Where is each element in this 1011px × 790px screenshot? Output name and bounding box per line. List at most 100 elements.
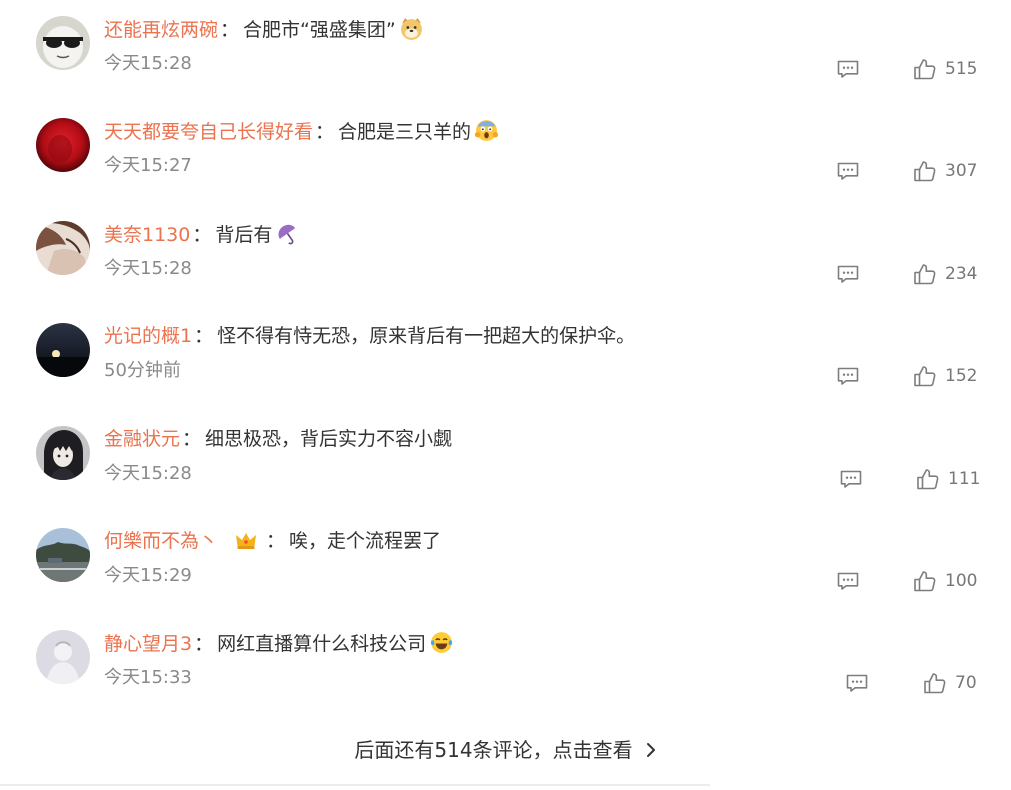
username-link[interactable]: 静心望月3 bbox=[104, 633, 192, 655]
colon-separator: ： bbox=[194, 633, 214, 655]
light-figure-avatar-icon bbox=[36, 630, 90, 684]
thumbs-up-icon bbox=[913, 263, 937, 285]
comment-text: 网红直播算什么科技公司 bbox=[217, 633, 427, 655]
like-count: 111 bbox=[948, 469, 981, 489]
colon-separator: ： bbox=[194, 325, 214, 347]
comment-text: 细思极恐，背后实力不容小觑 bbox=[205, 428, 453, 450]
username-link[interactable]: 光记的概1 bbox=[104, 325, 192, 347]
umbrella-emoji-icon bbox=[275, 221, 300, 246]
username-link[interactable]: 何樂而不為丶 bbox=[104, 530, 218, 552]
like-button[interactable]: 152 bbox=[913, 363, 977, 389]
like-button[interactable]: 111 bbox=[916, 466, 980, 492]
colon-separator: ： bbox=[266, 530, 286, 552]
screaming-face-emoji-icon bbox=[474, 118, 499, 143]
comment-item: 何樂而不為丶 ：唉，走个流程罢了 今天15:29 100 bbox=[0, 528, 1011, 628]
thumbs-up-icon bbox=[923, 672, 947, 694]
like-count: 234 bbox=[945, 264, 978, 284]
comment-text: 唉，走个流程罢了 bbox=[289, 530, 442, 552]
bottom-divider bbox=[0, 784, 710, 786]
comment-time: 今天15:33 bbox=[104, 667, 192, 688]
comment-item: 光记的概1：怪不得有恃无恐，原来背后有一把超大的保护伞。 50分钟前 152 bbox=[0, 323, 1011, 423]
colon-separator: ： bbox=[182, 428, 202, 450]
comment-item: 金融状元：细思极恐，背后实力不容小觑 今天15:28 111 bbox=[0, 426, 1011, 526]
anime-avatar-icon bbox=[36, 426, 90, 480]
comment-time: 今天15:28 bbox=[104, 463, 192, 484]
like-button[interactable]: 70 bbox=[923, 670, 977, 696]
view-more-comments-link[interactable]: 后面还有514条评论，点击查看 bbox=[0, 737, 1011, 763]
like-count: 70 bbox=[955, 673, 977, 693]
colon-separator: ： bbox=[315, 121, 335, 143]
reply-button[interactable] bbox=[836, 264, 860, 284]
reply-button[interactable] bbox=[839, 469, 863, 489]
comment-time: 今天15:27 bbox=[104, 155, 192, 176]
username-link[interactable]: 天天都要夸自己长得好看 bbox=[104, 121, 313, 143]
avatar[interactable] bbox=[36, 630, 90, 684]
reply-button[interactable] bbox=[836, 161, 860, 181]
reply-button[interactable] bbox=[836, 366, 860, 386]
username-link[interactable]: 美奈1130 bbox=[104, 224, 190, 246]
comment-time: 今天15:29 bbox=[104, 565, 192, 586]
like-count: 307 bbox=[945, 161, 978, 181]
avatar[interactable] bbox=[36, 426, 90, 480]
comment-item: 还能再炫两碗：合肥市“强盛集团” 今天15:28 515 bbox=[0, 16, 1011, 116]
avatar[interactable] bbox=[36, 528, 90, 582]
like-button[interactable]: 307 bbox=[913, 158, 977, 184]
landscape-avatar-icon bbox=[36, 528, 90, 582]
comment-text: 怪不得有恃无恐，原来背后有一把超大的保护伞。 bbox=[217, 325, 636, 347]
comment-icon bbox=[836, 161, 860, 181]
comment-line: 美奈1130：背后有 bbox=[104, 221, 300, 247]
chevron-right-icon bbox=[645, 742, 657, 758]
comment-time: 50分钟前 bbox=[104, 360, 181, 381]
comment-item: 美奈1130：背后有 今天15:28 234 bbox=[0, 221, 1011, 321]
like-count: 100 bbox=[945, 571, 978, 591]
comment-time: 今天15:28 bbox=[104, 53, 192, 74]
comment-text: 合肥是三只羊的 bbox=[338, 121, 472, 143]
comment-text: 背后有 bbox=[215, 224, 273, 246]
reply-button[interactable] bbox=[836, 59, 860, 79]
like-button[interactable]: 515 bbox=[913, 56, 977, 82]
avatar[interactable] bbox=[36, 118, 90, 172]
thumbs-up-icon bbox=[913, 570, 937, 592]
thumbs-up-icon bbox=[913, 365, 937, 387]
comment-line: 还能再炫两碗：合肥市“强盛集团” bbox=[104, 16, 424, 42]
like-button[interactable]: 234 bbox=[913, 261, 977, 287]
comment-item: 天天都要夸自己长得好看：合肥是三只羊的 今天15:27 307 bbox=[0, 118, 1011, 218]
thumbs-up-icon bbox=[913, 58, 937, 80]
comment-item: 静心望月3：网红直播算什么科技公司 今天15:33 70 bbox=[0, 630, 1011, 730]
view-more-label: 后面还有514条评论，点击查看 bbox=[354, 738, 633, 762]
reply-button[interactable] bbox=[845, 673, 869, 693]
colon-separator: ： bbox=[220, 19, 240, 41]
comment-icon bbox=[839, 469, 863, 489]
red-avatar-icon bbox=[36, 118, 90, 172]
comment-icon bbox=[845, 673, 869, 693]
comment-text: 合肥市“强盛集团” bbox=[243, 19, 396, 41]
comment-icon bbox=[836, 59, 860, 79]
username-link[interactable]: 金融状元 bbox=[104, 428, 180, 450]
thumbs-up-icon bbox=[916, 468, 940, 490]
username-link[interactable]: 还能再炫两碗 bbox=[104, 19, 218, 41]
crown-badge-icon[interactable] bbox=[234, 528, 258, 552]
laughing-crying-emoji-icon bbox=[429, 630, 454, 655]
comment-line: 何樂而不為丶 ：唉，走个流程罢了 bbox=[104, 528, 441, 554]
avatar[interactable] bbox=[36, 16, 90, 70]
comment-line: 光记的概1：怪不得有恃无恐，原来背后有一把超大的保护伞。 bbox=[104, 323, 635, 349]
sunglasses-cartoon-avatar-icon bbox=[36, 16, 90, 70]
comment-time: 今天15:28 bbox=[104, 258, 192, 279]
colon-separator: ： bbox=[192, 224, 212, 246]
avatar[interactable] bbox=[36, 323, 90, 377]
like-button[interactable]: 100 bbox=[913, 568, 977, 594]
reply-button[interactable] bbox=[836, 571, 860, 591]
avatar[interactable] bbox=[36, 221, 90, 275]
like-count: 515 bbox=[945, 59, 978, 79]
comment-line: 天天都要夸自己长得好看：合肥是三只羊的 bbox=[104, 118, 499, 144]
brown-hair-avatar-icon bbox=[36, 221, 90, 275]
like-count: 152 bbox=[945, 366, 978, 386]
comment-icon bbox=[836, 571, 860, 591]
doge-emoji-icon bbox=[399, 16, 424, 41]
comment-line: 金融状元：细思极恐，背后实力不容小觑 bbox=[104, 426, 452, 452]
night-moon-avatar-icon bbox=[36, 323, 90, 377]
comment-icon bbox=[836, 366, 860, 386]
thumbs-up-icon bbox=[913, 160, 937, 182]
comment-icon bbox=[836, 264, 860, 284]
comment-line: 静心望月3：网红直播算什么科技公司 bbox=[104, 630, 454, 656]
